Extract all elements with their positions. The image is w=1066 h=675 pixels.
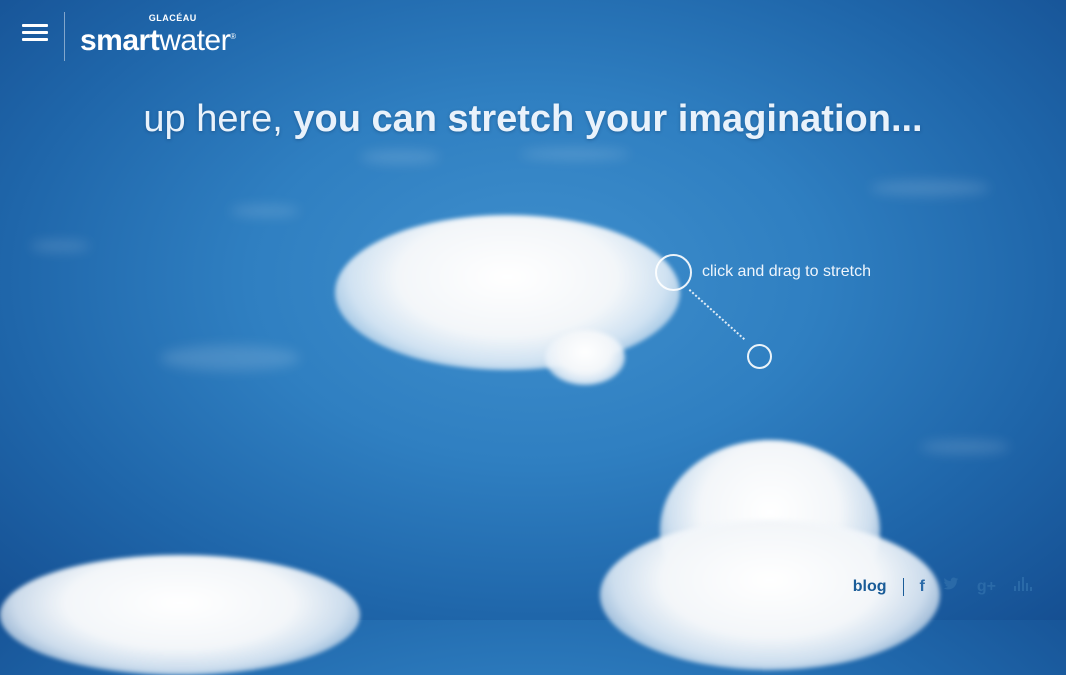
- hamburger-menu-icon[interactable]: [22, 24, 48, 46]
- logo-wordmark: smartwater®: [80, 24, 236, 57]
- sky-streak: [30, 240, 90, 252]
- drag-start-handle[interactable]: [655, 254, 692, 291]
- footer-links: blog f g+: [853, 577, 1032, 596]
- logo-light: water: [159, 24, 231, 57]
- drag-hint-text: click and drag to stretch: [702, 263, 871, 280]
- bottom-left-cloud: [0, 555, 360, 675]
- stretchable-cloud[interactable]: [335, 215, 680, 370]
- twitter-icon[interactable]: [943, 577, 959, 596]
- sky-streak: [870, 180, 990, 196]
- page-headline: up here, you can stretch your imaginatio…: [0, 95, 1066, 143]
- logo-bold: smart: [80, 24, 160, 57]
- sky-streak: [230, 205, 300, 217]
- menu-line: [22, 38, 48, 41]
- sky-streak: [920, 440, 1010, 454]
- sky-streak: [520, 148, 630, 160]
- cloud-tail: [545, 330, 625, 385]
- headline-light: up here,: [143, 98, 283, 141]
- blog-link[interactable]: blog: [853, 578, 887, 596]
- social-icons: f g+: [920, 577, 1032, 596]
- sky-streak: [360, 150, 440, 164]
- menu-line: [22, 24, 48, 27]
- footer-divider: [902, 577, 904, 596]
- top-bar: GLACÉAU smartwater®: [0, 0, 1066, 64]
- smartwater-logo[interactable]: GLACÉAU smartwater®: [80, 13, 236, 57]
- header-divider: [64, 12, 65, 61]
- facebook-icon[interactable]: f: [920, 578, 925, 596]
- equalizer-icon[interactable]: [1014, 577, 1032, 596]
- sky-streak: [160, 345, 300, 371]
- headline-bold: you can stretch your imagination...: [293, 98, 923, 141]
- menu-line: [22, 31, 48, 34]
- google-plus-icon[interactable]: g+: [977, 578, 996, 596]
- drag-path-line: [688, 289, 745, 341]
- logo-registered: ®: [230, 32, 236, 41]
- drag-end-handle[interactable]: [747, 344, 772, 369]
- logo-brand-top: GLACÉAU: [148, 13, 197, 23]
